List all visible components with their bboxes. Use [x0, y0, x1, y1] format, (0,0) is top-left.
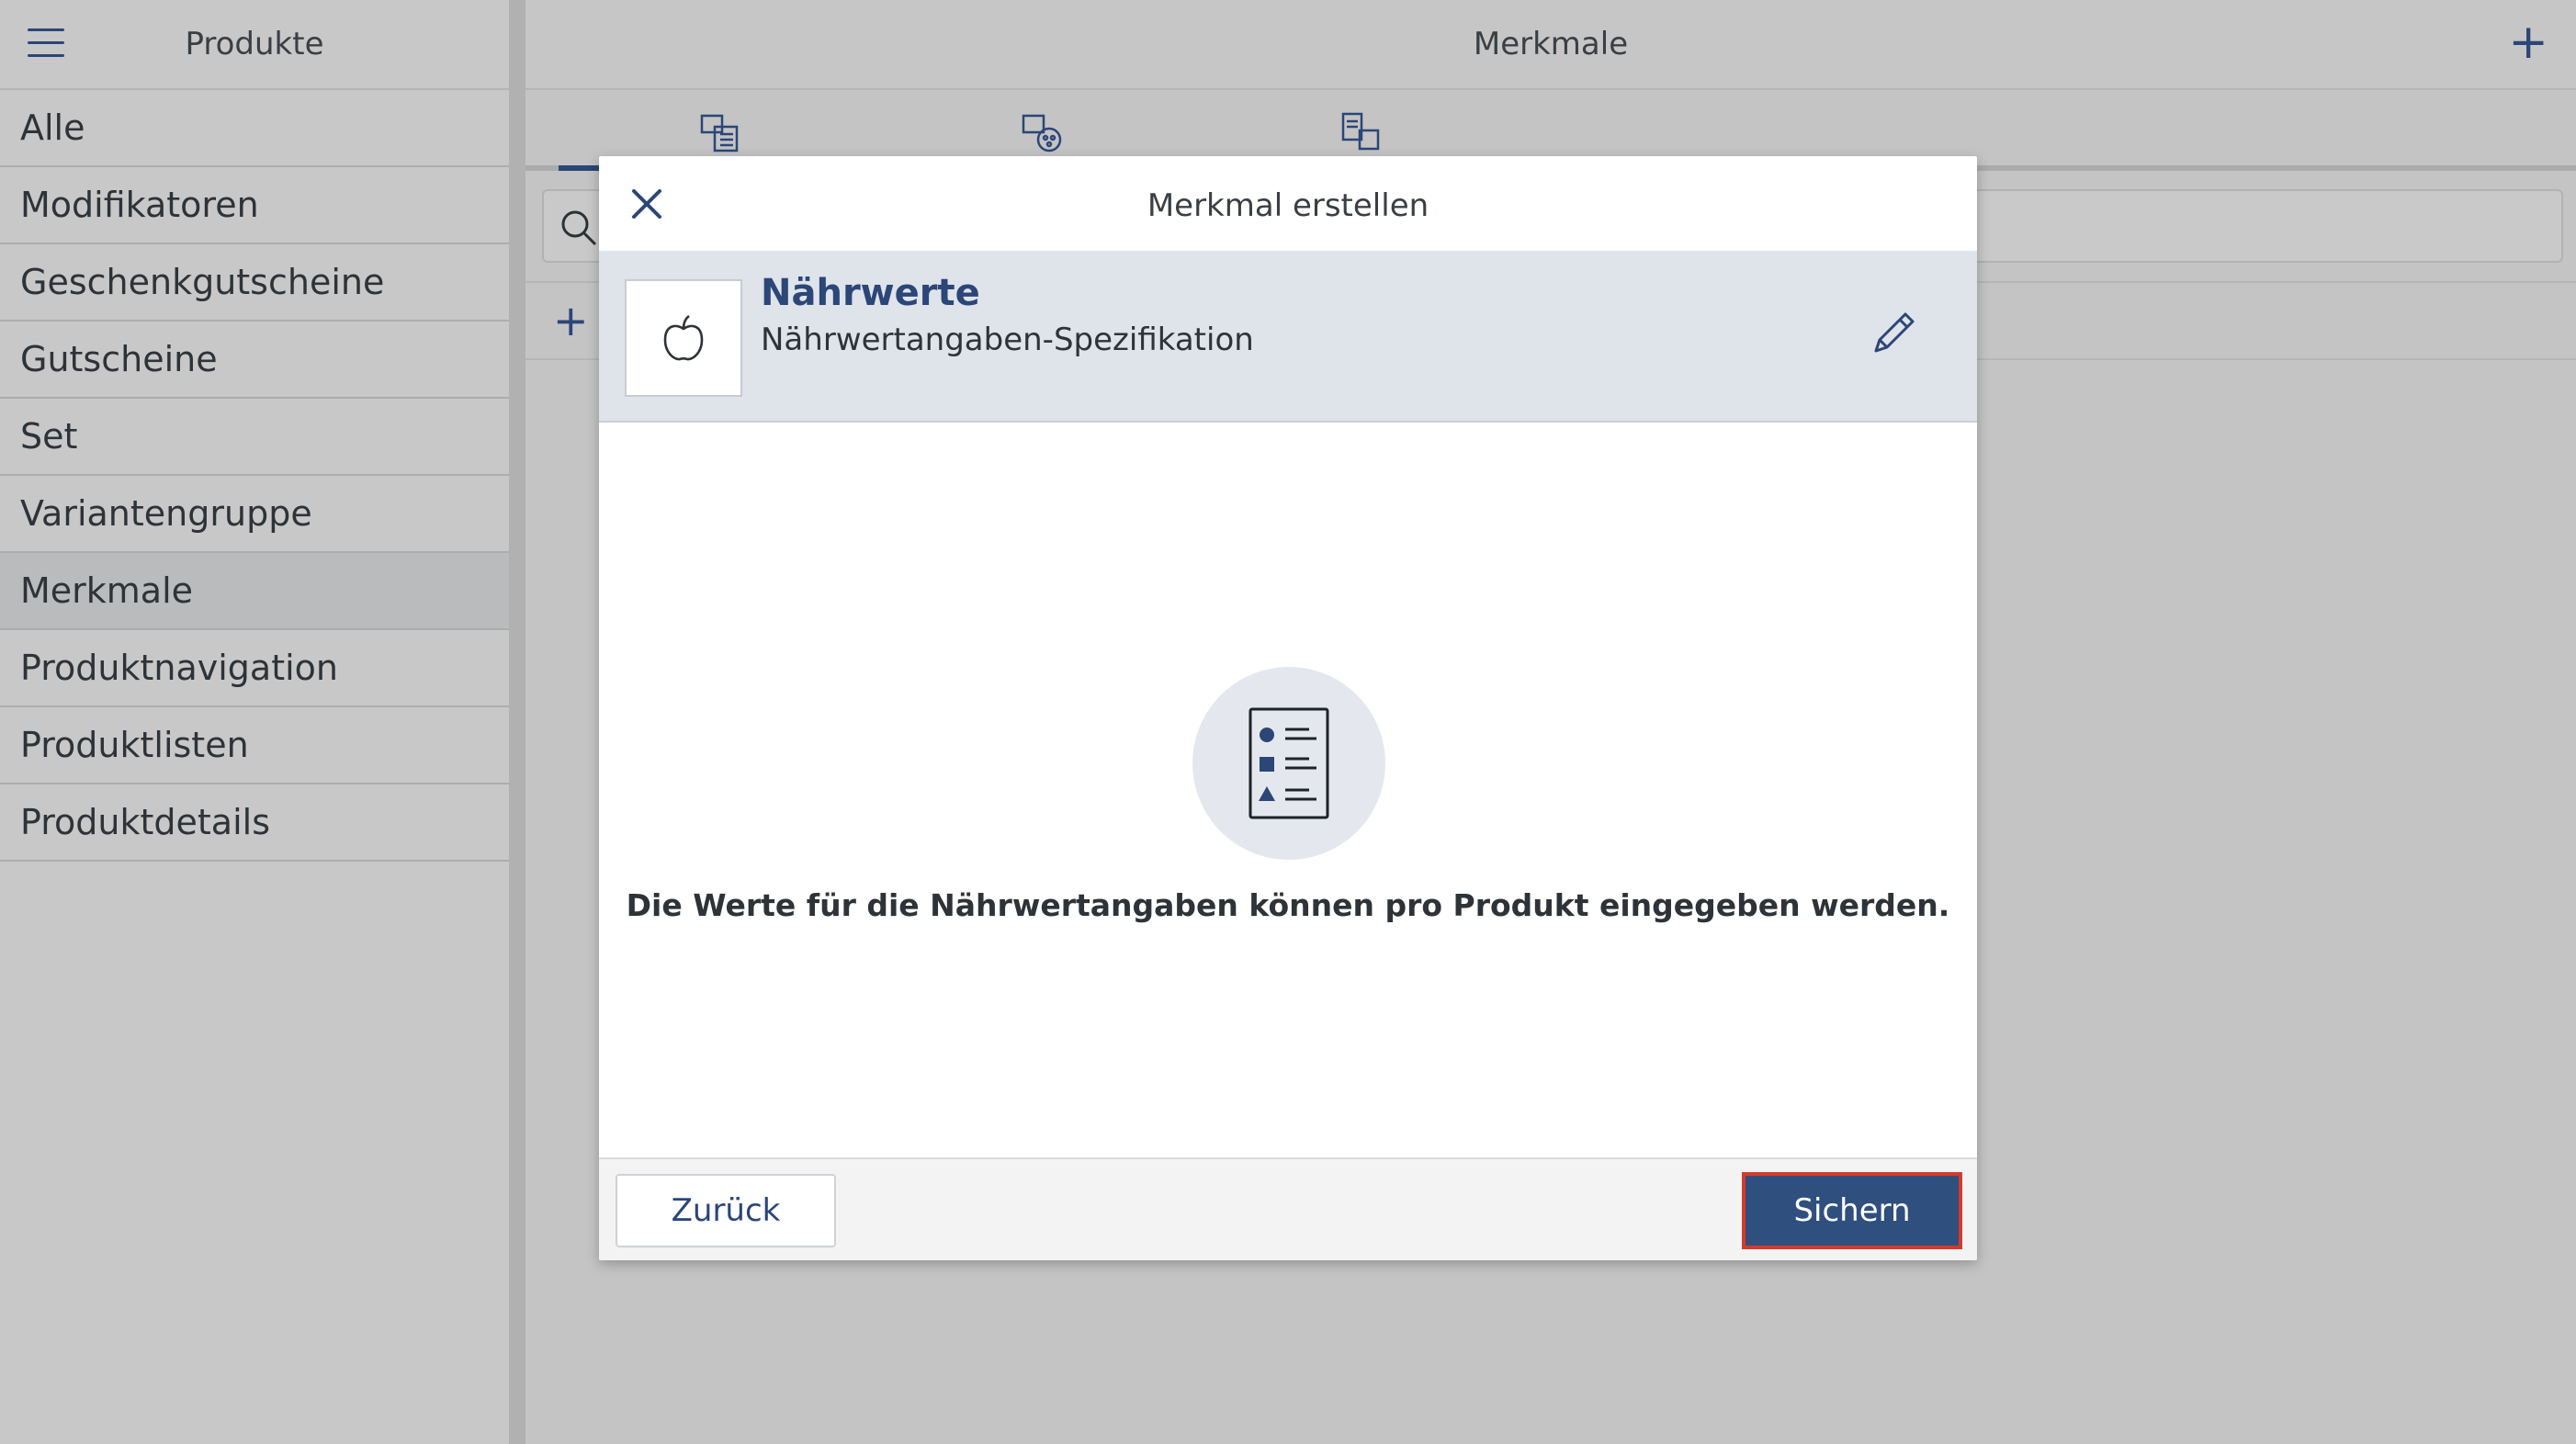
- product-details-icon[interactable]: [1339, 108, 1385, 154]
- pencil-icon[interactable]: [1869, 307, 1920, 358]
- info-text: Die Werte für die Nährwertangaben können…: [626, 887, 1950, 923]
- main-header: Merkmale +: [525, 0, 2576, 90]
- create-feature-dialog: Merkmal erstellen Nährwerte Nährwertanga…: [599, 156, 1977, 1260]
- product-list-icon[interactable]: [698, 108, 744, 154]
- dialog-header: Merkmal erstellen: [599, 156, 1977, 252]
- page-title: Merkmale: [1473, 26, 1629, 62]
- dialog-body: Die Werte für die Nährwertangaben können…: [599, 423, 1977, 1167]
- pane-divider[interactable]: [509, 0, 525, 1444]
- dialog-title: Merkmal erstellen: [1147, 187, 1429, 224]
- list-document-icon: [1248, 707, 1329, 819]
- feature-thumbnail: [625, 279, 742, 397]
- sidebar-item-merkmale[interactable]: Merkmale: [0, 553, 509, 630]
- product-attributes-icon[interactable]: [1020, 108, 1066, 154]
- add-feature-plus-icon[interactable]: +: [2508, 18, 2548, 66]
- feature-description: Nährwertangaben-Spezifikation: [761, 322, 1254, 358]
- illustration: [1192, 667, 1385, 860]
- apple-icon: [663, 314, 704, 361]
- sidebar-item-gutscheine[interactable]: Gutscheine: [0, 322, 509, 399]
- sidebar-item-produktlisten[interactable]: Produktlisten: [0, 707, 509, 784]
- add-row-plus-icon[interactable]: +: [553, 296, 589, 345]
- feature-name: Nährwerte: [761, 272, 980, 314]
- save-button[interactable]: Sichern: [1742, 1172, 1962, 1249]
- sidebar-item-alle[interactable]: Alle: [0, 90, 509, 167]
- sidebar-item-modifikatoren[interactable]: Modifikatoren: [0, 167, 509, 244]
- feature-row[interactable]: Nährwerte Nährwertangaben-Spezifikation: [599, 252, 1977, 423]
- sidebar-item-set[interactable]: Set: [0, 399, 509, 476]
- search-icon: [561, 210, 597, 246]
- back-button[interactable]: Zurück: [616, 1174, 836, 1247]
- sidebar-item-produktnavigation[interactable]: Produktnavigation: [0, 630, 509, 707]
- sidebar-item-produktdetails[interactable]: Produktdetails: [0, 784, 509, 862]
- dialog-footer: Zurück Sichern: [599, 1157, 1977, 1260]
- sidebar-item-geschenkgutscheine[interactable]: Geschenkgutscheine: [0, 244, 509, 322]
- sidebar-title: Produkte: [185, 26, 324, 62]
- sidebar: Produkte Alle Modifikatoren Geschenkguts…: [0, 0, 509, 1444]
- sidebar-item-variantengruppe[interactable]: Variantengruppe: [0, 476, 509, 553]
- sidebar-header: Produkte: [0, 0, 509, 90]
